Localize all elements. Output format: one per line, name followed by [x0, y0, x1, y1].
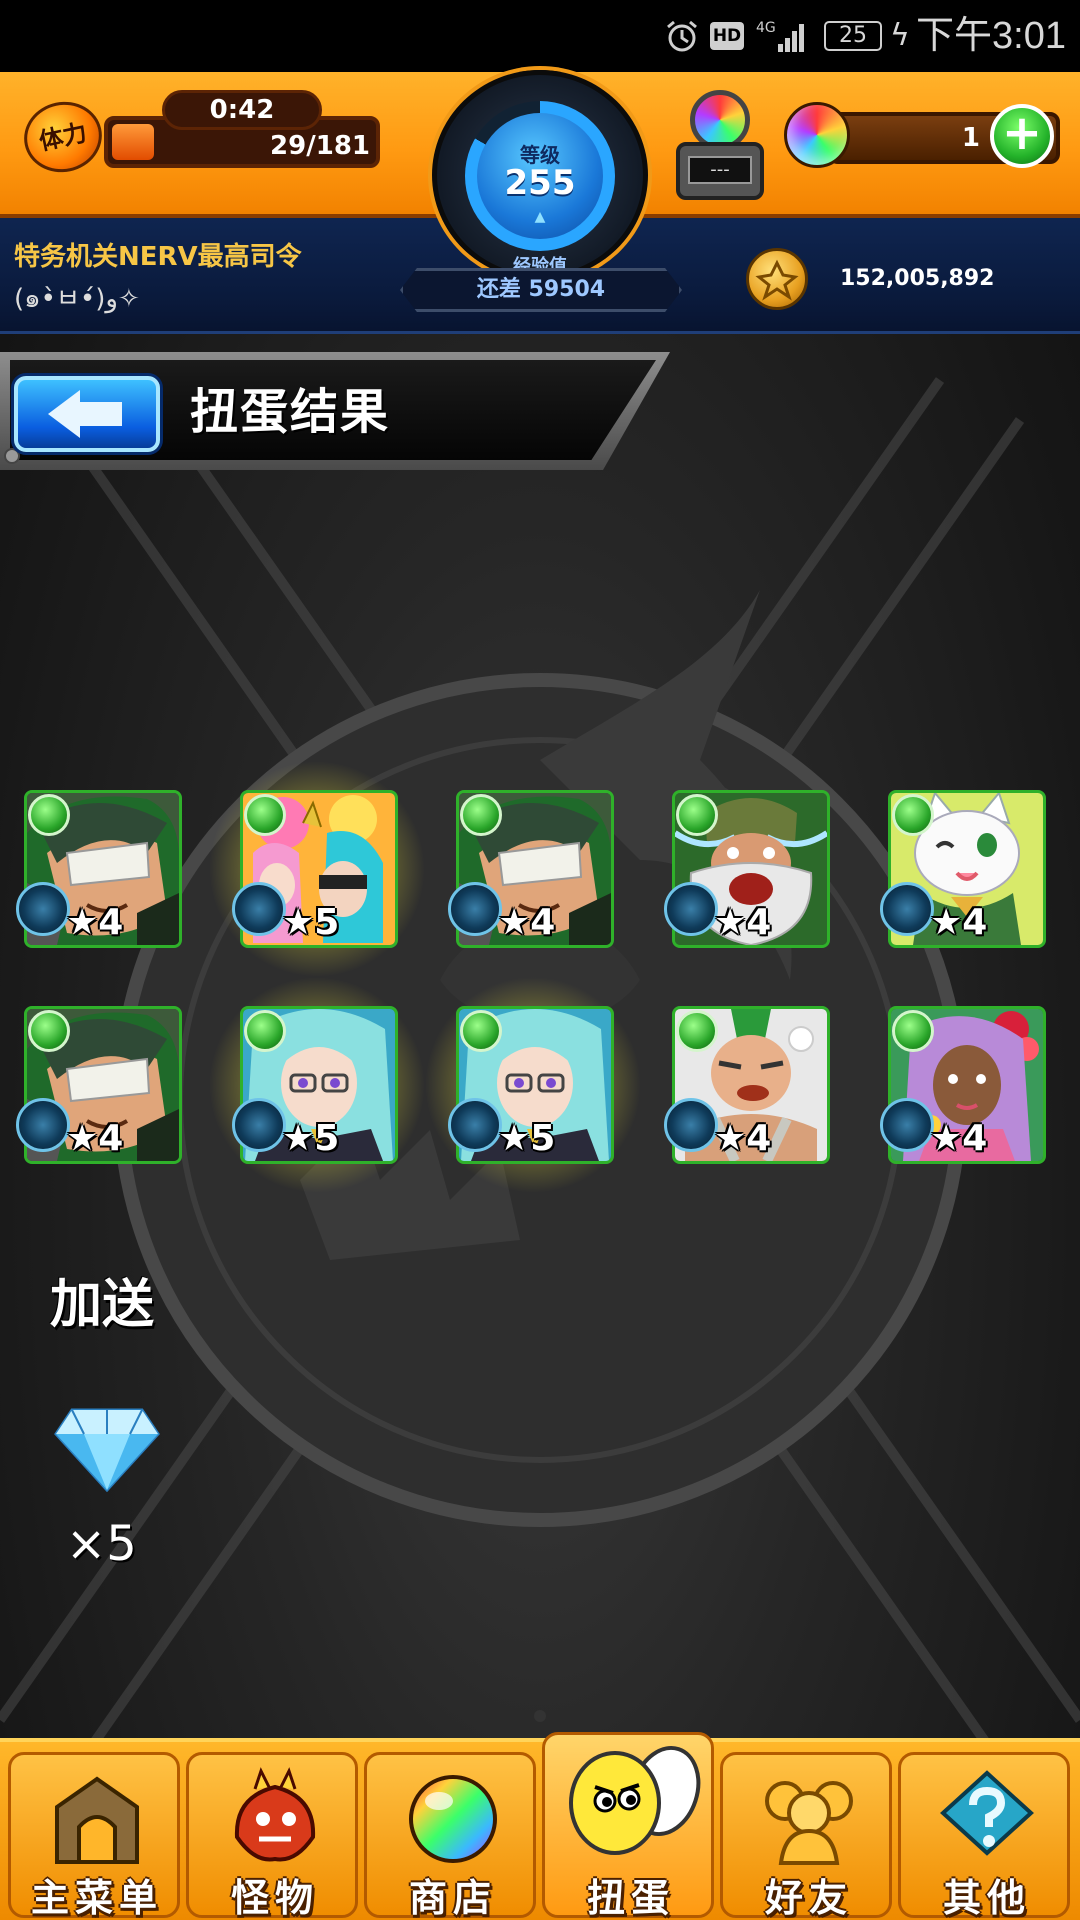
- fire-orb-type-icon: [448, 1098, 502, 1152]
- wood-element-icon: [28, 794, 70, 836]
- bottom-navigation: 主菜单 怪物 商店 扭蛋 好友 其他: [0, 1732, 1080, 1920]
- castle-gate-icon: [55, 1776, 139, 1864]
- fire-orb-type-icon: [232, 1098, 286, 1152]
- fire-orb-type-icon: [232, 882, 286, 936]
- nav-label-other: 其他: [942, 1876, 1031, 1920]
- nav-label-main-menu: 主菜单: [30, 1876, 163, 1920]
- rarity-stars: ★5: [282, 1118, 340, 1159]
- rarity-stars: ★4: [66, 902, 124, 943]
- diamond-icon: [54, 1408, 160, 1492]
- wood-element-icon: [28, 1010, 70, 1052]
- gacha-result-card[interactable]: ★4: [664, 1006, 830, 1164]
- fire-orb-type-icon: [664, 1098, 718, 1152]
- nav-label-gacha: 扭蛋: [586, 1876, 675, 1920]
- bonus-quantity: ×5: [66, 1516, 137, 1572]
- gacha-result-card[interactable]: ★5: [422, 972, 644, 1198]
- fire-orb-type-icon: [16, 1098, 70, 1152]
- gacha-result-card[interactable]: ★4: [16, 1006, 182, 1164]
- wood-element-icon: [244, 794, 286, 836]
- gacha-results-grid: ★4 ★5 ★4 ★4 ★4 ★4 ★5 ★5 ★4 ★4: [0, 0, 1080, 1920]
- egg-icon: [569, 1746, 701, 1855]
- rarity-stars: ★4: [930, 902, 988, 943]
- game-screen: HD 4G 25 ϟ 下午3:01 体力 0:42 29/181 等级 255 …: [0, 0, 1080, 1920]
- gacha-result-card[interactable]: ★4: [664, 790, 830, 948]
- nav-label-friends: 好友: [764, 1876, 853, 1920]
- page-indicator-dot: [534, 1710, 546, 1722]
- nav-tab-gacha[interactable]: 扭蛋: [542, 1732, 714, 1920]
- nav-tab-other[interactable]: 其他: [898, 1752, 1070, 1920]
- fire-orb-type-icon: [664, 882, 718, 936]
- bonus-label: 加送: [50, 1275, 155, 1335]
- rarity-stars: ★5: [282, 902, 340, 943]
- gacha-result-card[interactable]: ★4: [880, 790, 1046, 948]
- nav-tab-shop[interactable]: 商店: [364, 1752, 536, 1920]
- gacha-result-card[interactable]: ★4: [448, 790, 614, 948]
- nav-label-shop: 商店: [408, 1876, 497, 1920]
- wood-element-icon: [892, 794, 934, 836]
- rainbow-orb-icon: [409, 1775, 497, 1863]
- rarity-stars: ★4: [930, 1118, 988, 1159]
- rarity-stars: ★4: [714, 902, 772, 943]
- nav-tab-main-menu[interactable]: 主菜单: [8, 1752, 180, 1920]
- gacha-result-card[interactable]: ★4: [880, 1006, 1046, 1164]
- rarity-stars: ★4: [714, 1118, 772, 1159]
- fire-orb-type-icon: [448, 882, 502, 936]
- gacha-result-card[interactable]: ★4: [16, 790, 182, 948]
- gacha-result-card[interactable]: ★5: [206, 972, 428, 1198]
- friends-icon: [765, 1781, 853, 1865]
- wood-element-icon: [676, 794, 718, 836]
- rarity-stars: ★4: [66, 1118, 124, 1159]
- wood-element-icon: [460, 794, 502, 836]
- wood-element-icon: [244, 1010, 286, 1052]
- fire-orb-type-icon: [880, 882, 934, 936]
- rarity-stars: ★4: [498, 902, 556, 943]
- wood-element-icon: [460, 1010, 502, 1052]
- gacha-result-card[interactable]: ★5: [206, 756, 428, 982]
- nav-tab-friends[interactable]: 好友: [720, 1752, 892, 1920]
- question-icon: [940, 1770, 1034, 1856]
- fire-orb-type-icon: [880, 1098, 934, 1152]
- wood-element-icon: [676, 1010, 718, 1052]
- rarity-stars: ★5: [498, 1118, 556, 1159]
- nav-tab-monsters[interactable]: 怪物: [186, 1752, 358, 1920]
- monster-icon: [234, 1767, 316, 1862]
- fire-orb-type-icon: [16, 882, 70, 936]
- nav-label-monsters: 怪物: [230, 1876, 319, 1920]
- wood-element-icon: [892, 1010, 934, 1052]
